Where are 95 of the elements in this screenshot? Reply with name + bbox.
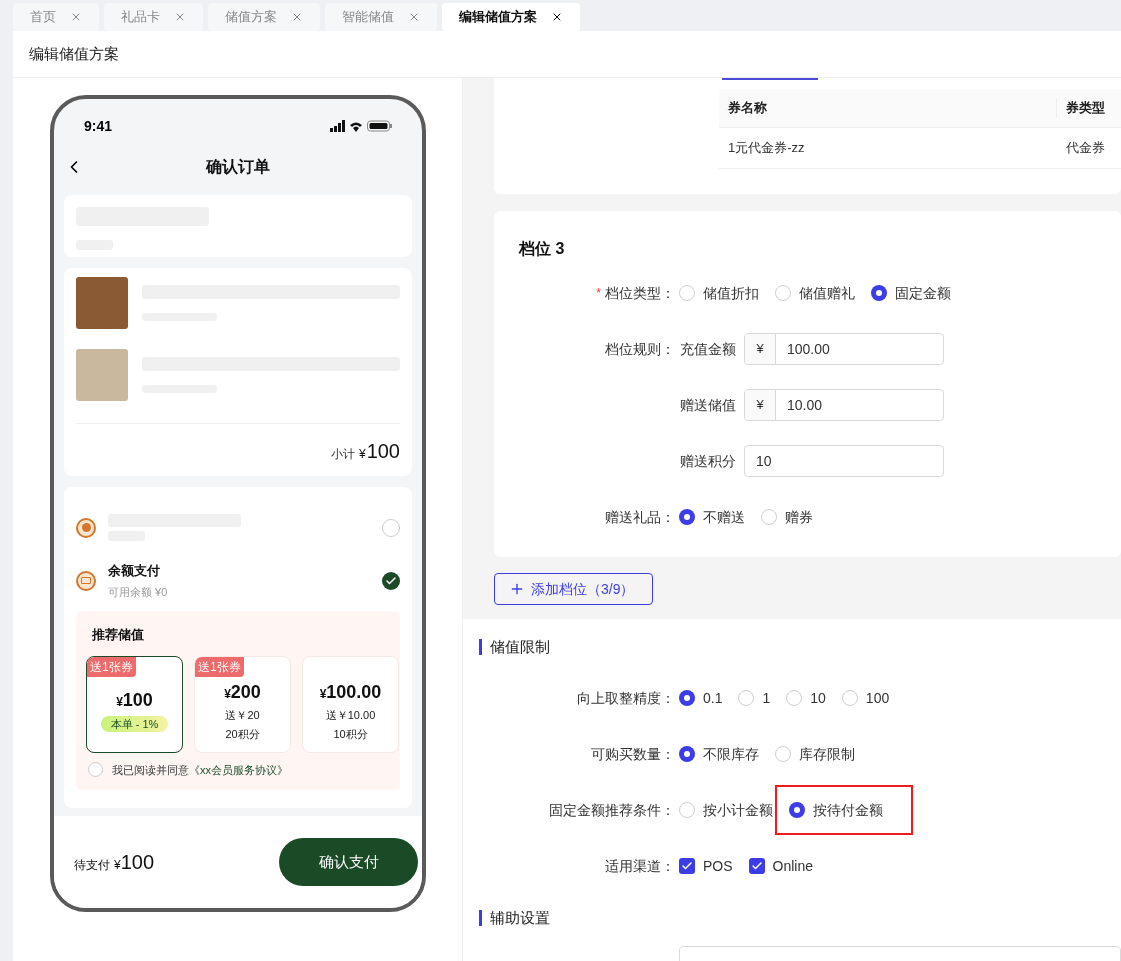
radio-unselected[interactable] — [786, 690, 803, 706]
field-label: 适用渠道： — [605, 856, 675, 876]
checkbox-label: Online — [772, 856, 814, 876]
discount-pill: 本单 - 1% — [100, 715, 169, 732]
radio-label: 100 — [865, 688, 890, 708]
battery-icon — [367, 120, 392, 132]
page-tab[interactable]: 礼品卡 — [104, 3, 203, 31]
photo-placeholder — [76, 349, 128, 401]
field-sublabel: 赠送积分 — [679, 451, 736, 471]
radio-label: 赠券 — [785, 507, 813, 527]
agreement-checkbox[interactable] — [88, 762, 103, 778]
radio-label: 10 — [810, 688, 826, 708]
checkbox-label: POS — [703, 856, 733, 876]
currency-prefix: ¥ — [745, 390, 776, 420]
column-header: 券类型 — [1065, 99, 1105, 118]
radio-unselected[interactable] — [775, 746, 791, 762]
radio-label: 按待付金额 — [813, 800, 883, 820]
field-label: 向上取整精度： — [577, 688, 675, 708]
field-label: 档位类型： — [605, 283, 675, 303]
radio-label: 不限库存 — [703, 744, 759, 764]
radio-label: 按小计金额 — [703, 800, 773, 820]
field-label: 可购买数量： — [591, 744, 675, 764]
recommend-title: 推荐储值 — [91, 626, 145, 644]
field-sublabel: 赠送储值 — [679, 395, 736, 415]
radio-selected[interactable] — [679, 746, 695, 762]
section-title: 辅助设置 — [490, 907, 550, 928]
due-amount: 待支付 ¥100 — [74, 850, 155, 875]
field-sublabel: 充值金额 — [679, 339, 736, 359]
subtotal-label: 小计 — [330, 446, 355, 463]
page-tab[interactable]: 首页 — [13, 3, 99, 31]
page-tab[interactable]: 智能储值 — [325, 3, 437, 31]
radio-unselected[interactable] — [679, 285, 695, 301]
agreement-link[interactable]: 《xx会员服务协议》 — [189, 763, 288, 776]
radio-label: 储值赠礼 — [799, 283, 855, 303]
option-amount: ¥100.00 — [319, 680, 382, 704]
vip-card-icon — [76, 570, 96, 591]
tier-title: 档位 3 — [517, 239, 566, 259]
check-icon — [681, 860, 693, 872]
radio-label: 不赠送 — [703, 507, 745, 527]
status-time: 9:41 — [84, 116, 113, 136]
close-icon[interactable] — [551, 11, 563, 23]
radio-label: 储值折扣 — [703, 283, 759, 303]
add-tier-button[interactable]: 添加档位（3/9） — [494, 573, 653, 605]
radio-label: 1 — [762, 688, 771, 708]
amount-field[interactable]: ¥ 10.00 — [744, 389, 944, 421]
radio-label: 0.1 — [703, 688, 723, 708]
page-tab[interactable]: 编辑储值方案 — [442, 3, 580, 31]
subtotal-amount: ¥100 — [358, 439, 400, 464]
option-bonus: 送￥20 — [225, 707, 260, 723]
radio-selected[interactable] — [679, 690, 695, 706]
recharge-option[interactable]: ¥100.00 送￥10.00 10积分 — [302, 655, 399, 753]
payment-title: 余额支付 — [108, 561, 161, 580]
plus-icon — [509, 581, 525, 597]
section-title: 储值限制 — [490, 636, 550, 657]
currency-prefix: ¥ — [745, 334, 776, 364]
required-mark: * — [596, 285, 601, 302]
amount-field[interactable]: ¥ 100.00 — [744, 333, 944, 365]
page-tab[interactable]: 储值方案 — [208, 3, 320, 31]
radio-unselected[interactable] — [679, 802, 695, 818]
coupon-badge: 送1张券 — [195, 656, 244, 677]
signal-icon — [330, 120, 345, 132]
checkbox[interactable] — [679, 858, 695, 874]
option-amount: ¥200 — [224, 680, 261, 704]
coupon-badge: 送1张券 — [87, 656, 136, 677]
recharge-option[interactable]: 送1张券 ¥100 本单 - 1% — [86, 655, 183, 753]
recharge-option[interactable]: 送1张券 ¥200 送￥20 20积分 — [194, 655, 291, 753]
radio-selected[interactable] — [679, 509, 695, 525]
column-header: 券名称 — [719, 98, 1057, 118]
wifi-icon — [350, 120, 362, 132]
checkbox[interactable] — [748, 858, 765, 874]
check-icon — [750, 860, 763, 872]
field-label: 固定金额推荐条件： — [549, 800, 675, 820]
agreement-text: 我已阅读并同意《xx会员服务协议》 — [112, 762, 288, 778]
option-amount: ¥100 — [116, 688, 153, 712]
coin-stack-icon — [76, 517, 96, 538]
radio-unselected[interactable] — [841, 690, 858, 706]
radio-label: 固定金额 — [895, 283, 951, 303]
radio-unselected[interactable] — [775, 285, 791, 301]
field-label: 赠送礼品： — [605, 507, 675, 527]
table-cell-text: 代金券 — [1065, 139, 1105, 158]
table-cell-text: 1元代金券-zz — [727, 139, 806, 158]
option-bonus: 送￥10.00 — [325, 707, 376, 723]
photo-placeholder — [76, 277, 128, 329]
option-bonus: 20积分 — [225, 726, 260, 742]
amount-field[interactable]: 10 — [744, 445, 944, 477]
radio-selected[interactable] — [871, 285, 887, 301]
confirm-pay-button[interactable]: 确认支付 — [279, 838, 418, 886]
screen-title: 确认订单 — [206, 157, 270, 177]
radio-unselected[interactable] — [761, 509, 777, 525]
radio-label: 库存限制 — [799, 744, 855, 764]
radio-unselected[interactable] — [738, 690, 755, 706]
payment-subtitle: 可用余额 ¥0 — [108, 585, 169, 600]
radio-selected[interactable] — [789, 802, 805, 818]
option-bonus: 10积分 — [333, 726, 368, 742]
field-label: 档位规则： — [605, 339, 675, 359]
